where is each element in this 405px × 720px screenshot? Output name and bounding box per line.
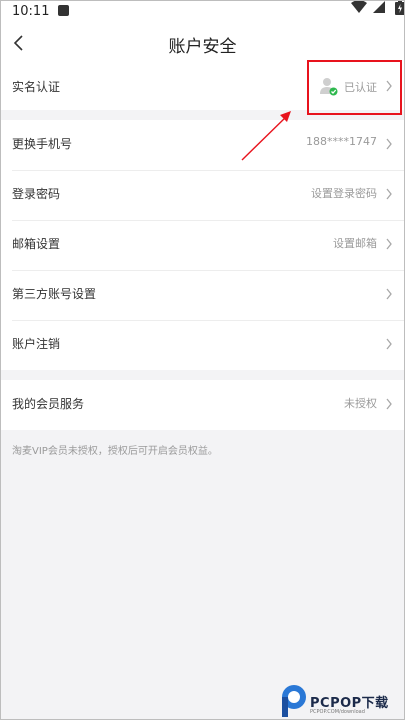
row-value: 未授权 [344,397,377,410]
status-bar: 10:11 [0,0,405,24]
row-value: 188****1747 [306,135,377,148]
row-label: 更换手机号 [12,137,73,151]
chevron-right-icon [386,288,392,300]
row-label: 我的会员服务 [12,397,85,411]
row-email[interactable]: 邮箱设置 设置邮箱 [0,220,405,270]
chevron-right-icon [386,338,392,350]
notification-icon [58,5,69,16]
row-label: 邮箱设置 [12,237,61,251]
row-label: 第三方账号设置 [12,287,97,301]
chevron-right-icon [386,398,392,410]
row-account-cancel[interactable]: 账户注销 [0,320,405,370]
section-verification: 实名认证 已认证 [0,64,405,110]
battery-icon [395,0,405,15]
status-time: 10:11 [12,4,50,19]
page-title: 账户安全 [168,37,237,57]
watermark-sub: PCPOP.COM/download [310,709,365,715]
row-phone[interactable]: 更换手机号 188****1747 [0,120,405,170]
chevron-right-icon [386,238,392,250]
row-value: 设置邮箱 [333,237,377,250]
signal-icon [373,1,385,13]
verified-status: 已认证 [344,81,377,94]
row-value: 设置登录密码 [311,187,377,200]
row-label: 账户注销 [12,337,61,351]
pcpop-logo-icon [282,685,306,717]
row-real-name[interactable]: 实名认证 已认证 [0,64,405,110]
section-membership: 我的会员服务 未授权 [0,380,405,430]
chevron-right-icon [386,138,392,150]
wifi-icon [351,0,367,13]
section-account: 更换手机号 188****1747 登录密码 设置登录密码 邮箱设置 设置邮箱 … [0,120,405,370]
nav-bar: 账户安全 [0,24,405,64]
membership-note: 淘麦VIP会员未授权，授权后可开启会员权益。 [12,446,218,457]
row-membership[interactable]: 我的会员服务 未授权 [0,380,405,430]
row-label: 登录密码 [12,187,61,201]
chevron-right-icon [386,80,392,92]
row-password[interactable]: 登录密码 设置登录密码 [0,170,405,220]
chevron-right-icon [386,188,392,200]
watermark: PCPOP下载 PCPOP.COM/download [280,683,405,720]
row-third-party[interactable]: 第三方账号设置 [0,270,405,320]
verified-user-icon [320,78,338,96]
row-label: 实名认证 [12,80,61,94]
arrow-annotation [241,111,291,161]
